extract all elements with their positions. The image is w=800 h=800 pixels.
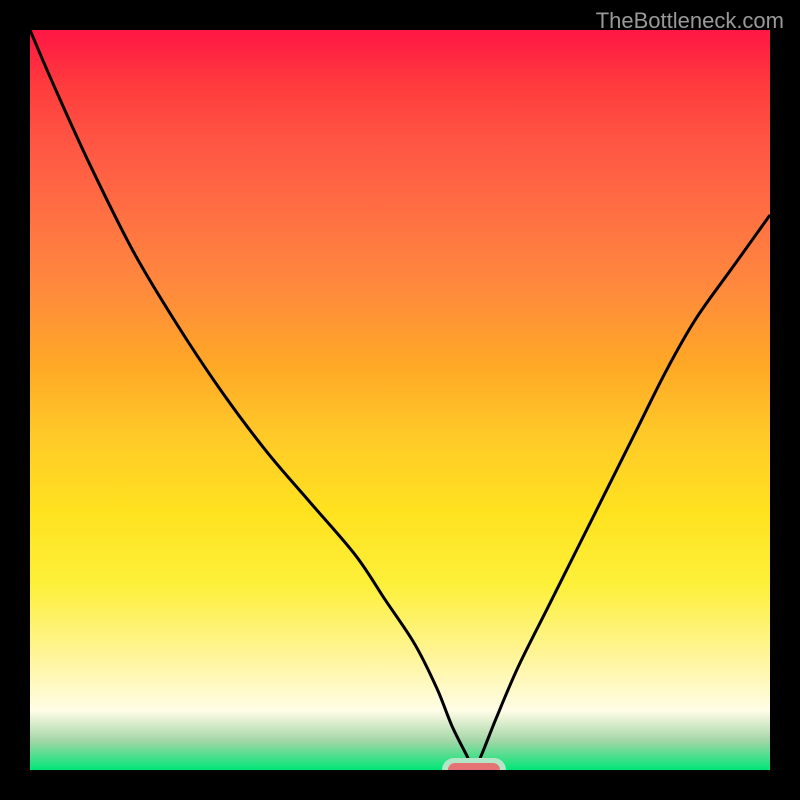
bottleneck-curve <box>30 30 770 770</box>
optimal-marker <box>448 763 500 770</box>
watermark-label: TheBottleneck.com <box>596 8 784 34</box>
chart-curve-svg <box>30 30 770 770</box>
bottleneck-chart <box>30 30 770 770</box>
